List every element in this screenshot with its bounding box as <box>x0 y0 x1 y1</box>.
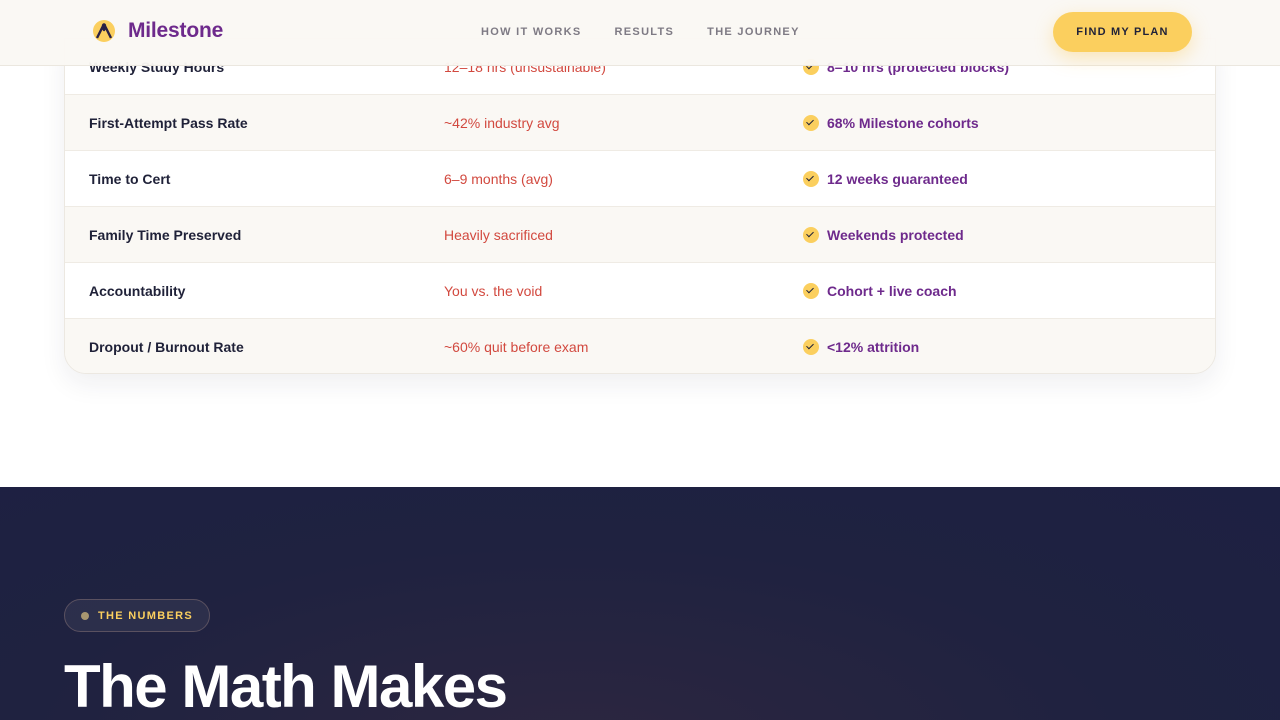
nav-the-journey[interactable]: THE JOURNEY <box>707 26 800 38</box>
site-header: Milestone HOW IT WORKS RESULTS THE JOURN… <box>0 0 1280 66</box>
milestone-value: 12 weeks guaranteed <box>803 151 968 207</box>
row-label: Time to Cert <box>89 171 171 187</box>
dot-icon <box>81 611 89 620</box>
section-title: The Math Makes <box>64 653 508 720</box>
section-badge: THE NUMBERS <box>64 599 210 632</box>
row-label: Accountability <box>89 283 186 299</box>
milestone-value: Weekends protected <box>803 207 964 263</box>
row-label: Family Time Preserved <box>89 227 242 243</box>
brand-name: Milestone <box>128 19 224 42</box>
numbers-section: THE NUMBERS The Math Makes <box>0 487 1280 720</box>
milestone-value: 68% Milestone cohorts <box>803 95 979 151</box>
table-row: First-Attempt Pass Rate ~42% industry av… <box>65 95 1215 151</box>
check-icon <box>803 339 819 355</box>
find-my-plan-button[interactable]: FIND MY PLAN <box>1053 12 1192 52</box>
milestone-value-text: Weekends protected <box>827 227 964 243</box>
milestone-value-text: 12 weeks guaranteed <box>827 171 968 187</box>
row-label: First-Attempt Pass Rate <box>89 115 248 131</box>
milestone-value: <12% attrition <box>803 319 920 373</box>
table-row: Time to Cert 6–9 months (avg) 12 weeks g… <box>65 151 1215 207</box>
check-icon <box>803 227 819 243</box>
milestone-logo-icon <box>93 20 115 42</box>
milestone-value: Cohort + live coach <box>803 263 957 319</box>
table-row: Dropout / Burnout Rate ~60% quit before … <box>65 319 1215 373</box>
brand-logo[interactable]: Milestone <box>92 19 223 43</box>
nav-how-it-works[interactable]: HOW IT WORKS <box>481 26 582 38</box>
section-badge-label: THE NUMBERS <box>98 609 193 622</box>
typical-value: You vs. the void <box>444 283 543 299</box>
main-nav: HOW IT WORKS RESULTS THE JOURNEY <box>481 26 833 38</box>
nav-results[interactable]: RESULTS <box>615 26 675 38</box>
typical-value: Heavily sacrificed <box>444 227 553 243</box>
check-icon <box>803 283 819 299</box>
typical-value: ~42% industry avg <box>444 115 560 131</box>
row-label: Dropout / Burnout Rate <box>89 339 244 355</box>
comparison-table: Weekly Study Hours 12–18 hrs (unsustaina… <box>64 38 1216 374</box>
check-icon <box>803 115 819 131</box>
typical-value: ~60% quit before exam <box>444 339 589 355</box>
milestone-value-text: <12% attrition <box>827 339 920 355</box>
table-row: Family Time Preserved Heavily sacrificed… <box>65 207 1215 263</box>
milestone-value-text: 68% Milestone cohorts <box>827 115 979 131</box>
milestone-value-text: Cohort + live coach <box>827 283 957 299</box>
table-row: Accountability You vs. the void Cohort +… <box>65 263 1215 319</box>
check-icon <box>803 171 819 187</box>
typical-value: 6–9 months (avg) <box>444 171 553 187</box>
